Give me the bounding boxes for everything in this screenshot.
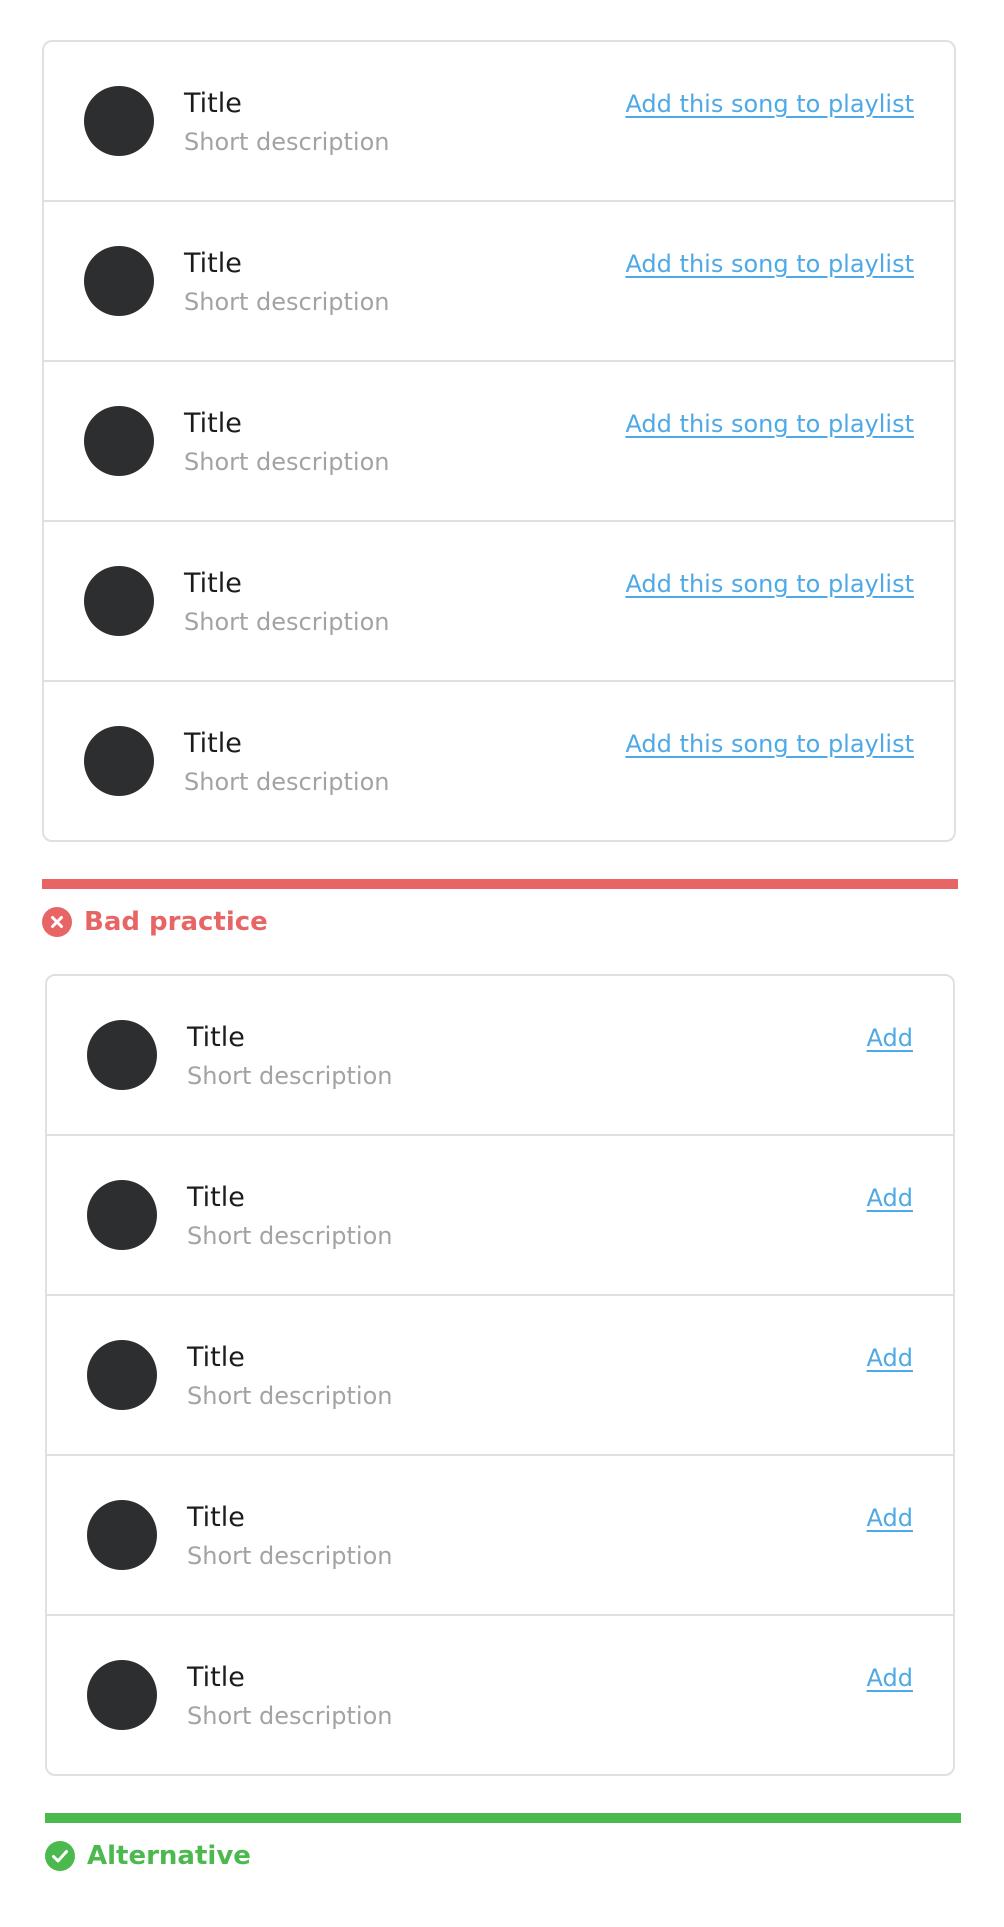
- item-title: Title: [187, 1502, 245, 1533]
- alternative-label: Alternative: [45, 1838, 251, 1874]
- avatar: [87, 1500, 157, 1570]
- verdict-text: Alternative: [87, 1841, 251, 1871]
- item-description: Short description: [187, 1542, 393, 1570]
- add-to-playlist-link[interactable]: Add this song to playlist: [625, 248, 914, 280]
- list-item: Title Short description Add this song to…: [44, 682, 954, 840]
- add-to-playlist-link[interactable]: Add this song to playlist: [625, 728, 914, 760]
- check-circle-icon: [45, 1841, 75, 1871]
- item-description: Short description: [187, 1062, 393, 1090]
- bad-practice-list: Title Short description Add this song to…: [42, 40, 956, 842]
- item-description: Short description: [184, 288, 390, 316]
- item-description: Short description: [187, 1382, 393, 1410]
- item-title: Title: [184, 248, 242, 279]
- add-link[interactable]: Add: [867, 1662, 913, 1694]
- add-link[interactable]: Add: [867, 1022, 913, 1054]
- list-item: Title Short description Add: [47, 1296, 953, 1456]
- avatar: [84, 246, 154, 316]
- item-title: Title: [187, 1342, 245, 1373]
- list-item: Title Short description Add: [47, 1616, 953, 1774]
- avatar: [84, 566, 154, 636]
- list-item: Title Short description Add this song to…: [44, 202, 954, 362]
- add-to-playlist-link[interactable]: Add this song to playlist: [625, 408, 914, 440]
- verdict-text: Bad practice: [84, 907, 268, 937]
- avatar: [87, 1340, 157, 1410]
- list-item: Title Short description Add this song to…: [44, 42, 954, 202]
- item-title: Title: [187, 1022, 245, 1053]
- add-to-playlist-link[interactable]: Add this song to playlist: [625, 88, 914, 120]
- item-description: Short description: [187, 1702, 393, 1730]
- item-title: Title: [184, 88, 242, 119]
- item-description: Short description: [184, 768, 390, 796]
- item-title: Title: [187, 1662, 245, 1693]
- x-circle-icon: [42, 907, 72, 937]
- item-title: Title: [184, 728, 242, 759]
- avatar: [84, 406, 154, 476]
- list-item: Title Short description Add this song to…: [44, 362, 954, 522]
- item-description: Short description: [187, 1222, 393, 1250]
- add-link[interactable]: Add: [867, 1502, 913, 1534]
- item-description: Short description: [184, 128, 390, 156]
- item-title: Title: [184, 408, 242, 439]
- avatar: [84, 86, 154, 156]
- avatar: [87, 1660, 157, 1730]
- item-description: Short description: [184, 608, 390, 636]
- list-item: Title Short description Add: [47, 976, 953, 1136]
- bad-practice-label: Bad practice: [42, 904, 268, 940]
- bad-practice-bar: [42, 879, 958, 889]
- add-link[interactable]: Add: [867, 1342, 913, 1374]
- item-title: Title: [184, 568, 242, 599]
- avatar: [87, 1180, 157, 1250]
- list-item: Title Short description Add this song to…: [44, 522, 954, 682]
- alternative-bar: [45, 1813, 961, 1823]
- avatar: [87, 1020, 157, 1090]
- add-link[interactable]: Add: [867, 1182, 913, 1214]
- avatar: [84, 726, 154, 796]
- add-to-playlist-link[interactable]: Add this song to playlist: [625, 568, 914, 600]
- list-item: Title Short description Add: [47, 1136, 953, 1296]
- list-item: Title Short description Add: [47, 1456, 953, 1616]
- item-description: Short description: [184, 448, 390, 476]
- item-title: Title: [187, 1182, 245, 1213]
- alternative-list: Title Short description Add Title Short …: [45, 974, 955, 1776]
